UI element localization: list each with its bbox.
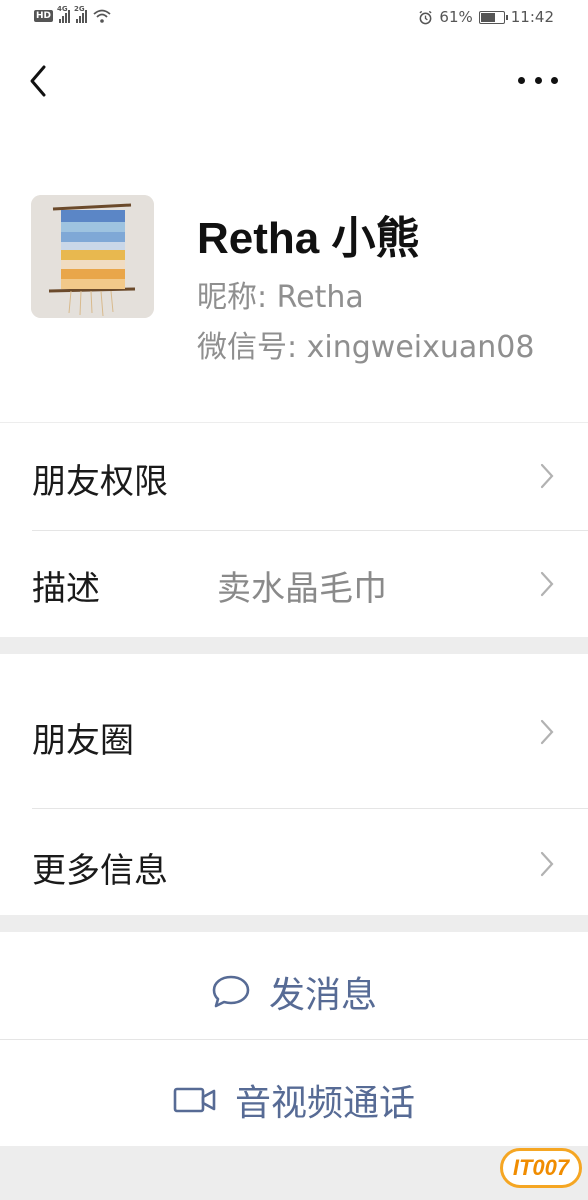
row-friend-permissions[interactable]: 朋友权限 bbox=[0, 423, 588, 530]
profile-card: Retha 小熊 昵称: Retha 微信号: xingweixuan08 bbox=[0, 126, 588, 422]
network-type-1: 4G bbox=[57, 5, 68, 13]
video-call-label: 音视频通话 bbox=[234, 1083, 415, 1124]
chat-bubble-icon bbox=[212, 975, 250, 1008]
signal-icon-2: 2G bbox=[74, 5, 88, 23]
row-moments[interactable]: 朋友圈 bbox=[0, 654, 588, 808]
battery-icon bbox=[478, 10, 508, 24]
battery-percent: 61% bbox=[439, 8, 473, 26]
nav-bar bbox=[0, 36, 588, 126]
chevron-left-icon[interactable] bbox=[24, 58, 54, 104]
row-label: 朋友权限 bbox=[32, 462, 168, 502]
clock: 11:42 bbox=[510, 8, 554, 26]
chevron-right-icon bbox=[540, 463, 554, 489]
it007-watermark: IT007 bbox=[500, 1148, 582, 1188]
avatar[interactable] bbox=[31, 195, 154, 318]
video-camera-icon bbox=[173, 1087, 216, 1113]
chevron-right-icon bbox=[540, 719, 554, 745]
row-label: 描述 bbox=[32, 569, 100, 609]
more-horizontal-icon[interactable] bbox=[518, 70, 558, 90]
send-message-label: 发消息 bbox=[268, 975, 377, 1016]
wechat-id: 微信号: xingweixuan08 bbox=[197, 330, 535, 365]
row-value: 卖水晶毛巾 bbox=[217, 569, 387, 609]
video-call-content: 音视频通话 bbox=[0, 1074, 588, 1126]
network-type-2: 2G bbox=[74, 5, 85, 13]
settings-group-2: 朋友圈 更多信息 bbox=[0, 654, 588, 915]
wifi-icon bbox=[93, 9, 111, 23]
status-left: HD 4G 2G bbox=[34, 5, 111, 23]
avatar-weaving-image bbox=[31, 195, 154, 318]
hd-icon: HD bbox=[34, 10, 54, 22]
chevron-right-icon bbox=[540, 851, 554, 877]
row-label: 朋友圈 bbox=[32, 721, 134, 761]
settings-group-1: 朋友权限 描述 卖水晶毛巾 bbox=[0, 423, 588, 637]
nickname: 昵称: Retha bbox=[197, 280, 364, 315]
video-call-button[interactable]: 音视频通话 bbox=[0, 1040, 588, 1146]
chevron-right-icon bbox=[540, 571, 554, 597]
send-message-button[interactable]: 发消息 bbox=[0, 932, 588, 1039]
signal-icon: 4G bbox=[57, 5, 71, 23]
row-description[interactable]: 描述 卖水晶毛巾 bbox=[0, 531, 588, 637]
send-message-content: 发消息 bbox=[0, 966, 588, 1018]
row-more-info[interactable]: 更多信息 bbox=[0, 809, 588, 915]
alarm-icon bbox=[419, 10, 432, 24]
status-right: 61% 11:42 bbox=[418, 8, 554, 26]
display-name: Retha 小熊 bbox=[197, 214, 420, 263]
row-label: 更多信息 bbox=[32, 851, 168, 891]
status-bar: HD 4G 2G 61% 11:42 bbox=[0, 0, 588, 36]
